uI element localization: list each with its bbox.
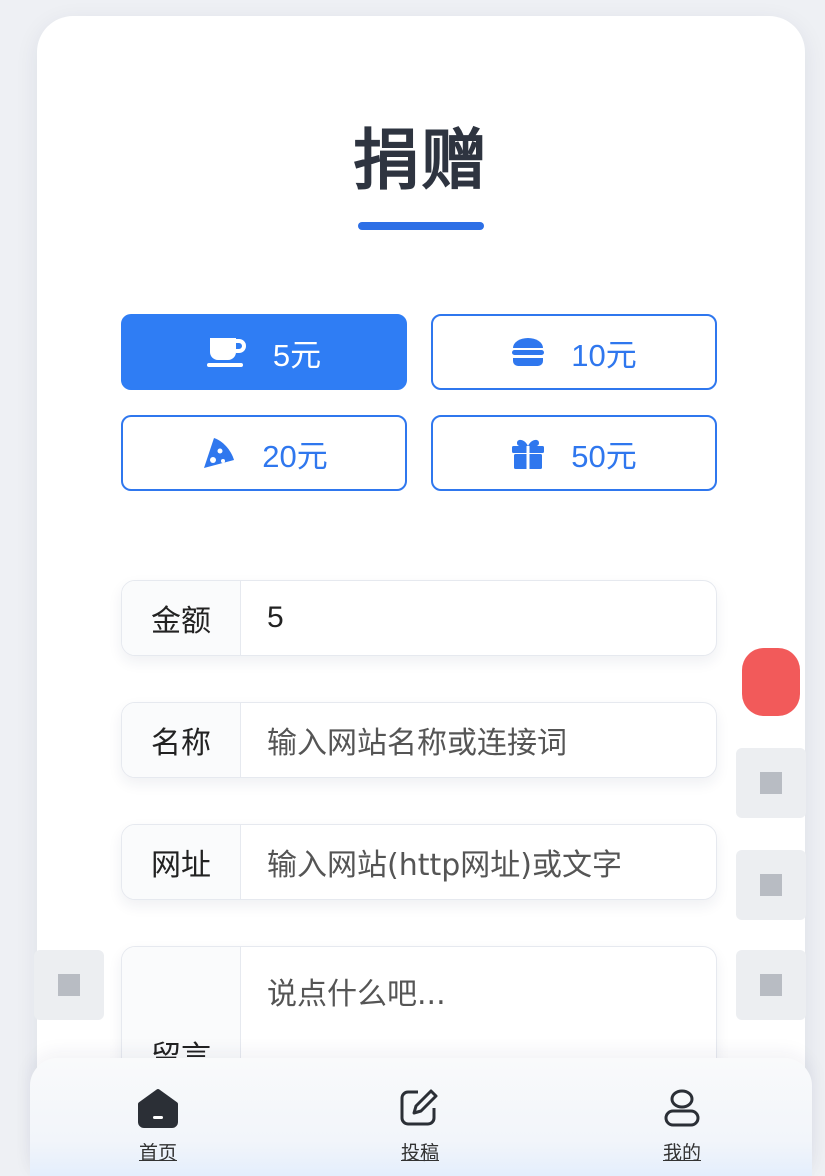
floating-red-avatar[interactable] [742, 648, 800, 716]
amount-input[interactable]: 5 [241, 581, 716, 655]
page-title: 捐赠 [353, 122, 489, 199]
amount-button-50[interactable]: 50元 [431, 415, 717, 491]
side-thumbnail-3[interactable] [736, 950, 806, 1020]
side-thumbnail-1[interactable] [736, 748, 806, 818]
gift-icon [511, 437, 545, 469]
name-input[interactable]: 输入网站名称或连接词 [241, 703, 716, 777]
amount-label: 5元 [272, 337, 322, 373]
url-label: 网址 [122, 825, 241, 899]
amount-row: 金额 5 [121, 580, 717, 656]
nav-post[interactable]: 投稿 [380, 1088, 460, 1165]
nav-home[interactable]: 首页 [118, 1088, 198, 1165]
amount-button-20[interactable]: 20元 [121, 415, 407, 491]
donation-card: 捐赠 5元 10元 20元 50元 金额 5 名称 输入网站名称或连接词 网址 … [37, 16, 805, 1176]
home-icon [118, 1088, 198, 1132]
name-row: 名称 输入网站名称或连接词 [121, 702, 717, 778]
amount-button-5[interactable]: 5元 [121, 314, 407, 390]
name-label: 名称 [122, 703, 241, 777]
amount-label: 金额 [122, 581, 241, 655]
nav-home-label: 首页 [138, 1142, 177, 1164]
bottom-navigation: 首页 投稿 我的 [30, 1058, 812, 1176]
edit-icon [380, 1088, 460, 1132]
amount-label: 10元 [571, 337, 637, 373]
side-thumbnail-2[interactable] [736, 850, 806, 920]
title-underline [358, 222, 484, 230]
nav-mine-label: 我的 [662, 1142, 701, 1164]
amount-label: 20元 [262, 438, 328, 474]
coffee-icon [206, 336, 247, 368]
nav-post-label: 投稿 [400, 1142, 439, 1164]
side-thumbnail-4[interactable] [34, 950, 104, 1020]
url-input[interactable]: 输入网站(http网址)或文字 [241, 825, 716, 899]
burger-icon [511, 337, 545, 367]
amount-button-10[interactable]: 10元 [431, 314, 717, 390]
url-row: 网址 输入网站(http网址)或文字 [121, 824, 717, 900]
amount-label: 50元 [571, 438, 637, 474]
pizza-icon [200, 436, 236, 470]
nav-mine[interactable]: 我的 [642, 1088, 722, 1165]
user-icon [642, 1088, 722, 1132]
